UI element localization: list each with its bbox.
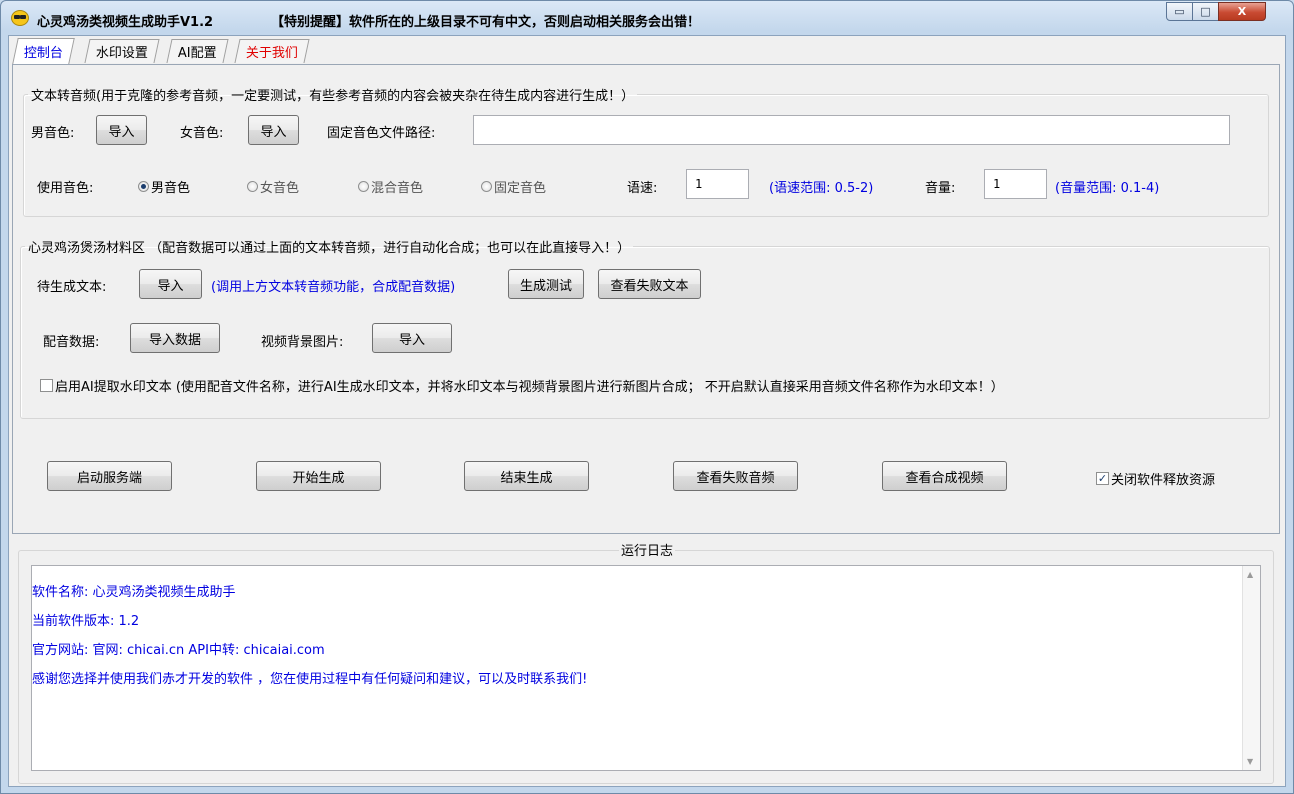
view-failed-audio-button[interactable]: 查看失败音频 (673, 461, 798, 491)
tab-watermark[interactable]: 水印设置 (84, 39, 160, 63)
ai-watermark-checkbox[interactable]: 启用AI提取水印文本 (使用配音文件名称，进行AI生成水印文本，并将水印文本与视… (40, 376, 1004, 395)
app-icon (11, 10, 29, 26)
generate-test-button[interactable]: 生成测试 (508, 269, 584, 299)
client-area: 控制台 水印设置 AI配置 关于我们 文本转音频(用于克隆的参考音频，一定要测试… (8, 35, 1286, 787)
radio-unchecked-icon (358, 181, 369, 192)
release-resources-label: 关闭软件释放资源 (1111, 473, 1216, 488)
view-failed-text-button[interactable]: 查看失败文本 (598, 269, 701, 299)
volume-input[interactable] (984, 169, 1047, 199)
radio-male-label: 男音色 (151, 181, 191, 196)
pending-text-label: 待生成文本: (37, 280, 107, 295)
male-voice-label: 男音色: (31, 126, 75, 141)
radio-female-label: 女音色 (260, 181, 300, 196)
tab-ai-config[interactable]: AI配置 (166, 39, 229, 63)
radio-fixed-voice[interactable]: 固定音色 (481, 177, 546, 196)
release-resources-checkbox[interactable]: ✓ 关闭软件释放资源 (1096, 469, 1215, 488)
maximize-button[interactable]: □ (1192, 2, 1219, 21)
tab-console-label: 控制台 (23, 46, 63, 61)
fixed-voice-path-label: 固定音色文件路径: (327, 126, 436, 141)
start-server-button[interactable]: 启动服务端 (47, 461, 172, 491)
minimize-icon: ▭ (1174, 5, 1185, 18)
fixed-voice-path-input[interactable] (473, 115, 1230, 145)
log-scrollbar[interactable]: ▲ ▼ (1242, 566, 1260, 770)
stop-generate-button[interactable]: 结束生成 (464, 461, 589, 491)
tab-ai-config-label: AI配置 (177, 46, 217, 61)
checkbox-checked-icon: ✓ (1096, 472, 1109, 485)
female-voice-import-button[interactable]: 导入 (248, 115, 299, 145)
material-group-legend: 心灵鸡汤煲汤材料区 （配音数据可以通过上面的文本转音频，进行自动化合成；也可以在… (28, 241, 631, 256)
log-line: 软件名称: 心灵鸡汤类视频生成助手 (32, 585, 236, 600)
log-title-wrap: 运行日志 (19, 540, 1275, 559)
pending-text-import-button[interactable]: 导入 (139, 269, 202, 299)
radio-unchecked-icon (481, 181, 492, 192)
maximize-icon: □ (1200, 5, 1211, 18)
log-line: 感谢您选择并使用我们赤才开发的软件 ，您在使用过程中有任何疑问和建议，可以及时联… (32, 672, 588, 687)
video-bg-label: 视频背景图片: (261, 335, 344, 350)
radio-checked-icon (138, 181, 149, 192)
ai-watermark-label: 启用AI提取水印文本 (使用配音文件名称，进行AI生成水印文本，并将水印文本与视… (55, 380, 1004, 395)
window-title: 心灵鸡汤类视频生成助手V1.2 (37, 15, 214, 30)
scroll-down-icon[interactable]: ▼ (1247, 757, 1253, 766)
minimize-button[interactable]: ▭ (1166, 2, 1193, 21)
checkbox-unchecked-icon (40, 379, 53, 392)
tts-group-legend: 文本转音频(用于克隆的参考音频，一定要测试，有些参考音频的内容会被夹杂在待生成内… (31, 89, 635, 104)
pending-text-hint: (调用上方文本转音频功能，合成配音数据) (211, 280, 456, 295)
volume-label: 音量: (925, 181, 956, 196)
speed-label: 语速: (627, 181, 658, 196)
radio-mixed-label: 混合音色 (371, 181, 424, 196)
speed-range-hint: (语速范围: 0.5-2) (769, 181, 874, 196)
tts-group: 文本转音频(用于克隆的参考音频，一定要测试，有些参考音频的内容会被夹杂在待生成内… (23, 85, 1269, 217)
male-voice-import-button[interactable]: 导入 (96, 115, 147, 145)
radio-unchecked-icon (247, 181, 258, 192)
view-video-button[interactable]: 查看合成视频 (882, 461, 1007, 491)
log-line: 官方网站: 官网: chicai.cn API中转: chicaiai.com (32, 643, 325, 658)
video-bg-import-button[interactable]: 导入 (372, 323, 452, 353)
log-line: 当前软件版本: 1.2 (32, 614, 140, 629)
log-group: 运行日志 软件名称: 心灵鸡汤类视频生成助手 当前软件版本: 1.2 官方网站:… (18, 544, 1274, 784)
app-window: 心灵鸡汤类视频生成助手V1.2 【特别提醒】软件所在的上级目录不可有中文，否则启… (0, 0, 1294, 794)
start-generate-button[interactable]: 开始生成 (256, 461, 381, 491)
log-textbox[interactable]: 软件名称: 心灵鸡汤类视频生成助手 当前软件版本: 1.2 官方网站: 官网: … (31, 565, 1261, 771)
radio-mixed-voice[interactable]: 混合音色 (358, 177, 423, 196)
tab-console[interactable]: 控制台 (12, 38, 75, 64)
close-button[interactable]: X (1218, 2, 1266, 21)
female-voice-label: 女音色: (180, 126, 224, 141)
tab-about[interactable]: 关于我们 (234, 39, 310, 63)
close-icon: X (1237, 5, 1247, 18)
dub-data-import-button[interactable]: 导入数据 (130, 323, 220, 353)
log-title: 运行日志 (618, 544, 675, 559)
scroll-up-icon[interactable]: ▲ (1247, 570, 1253, 579)
directory-notice: 【特别提醒】软件所在的上级目录不可有中文，否则启动相关服务会出错！ (271, 15, 701, 30)
radio-male-voice[interactable]: 男音色 (138, 177, 190, 196)
dub-data-label: 配音数据: (43, 335, 100, 350)
console-panel: 文本转音频(用于克隆的参考音频，一定要测试，有些参考音频的内容会被夹杂在待生成内… (12, 64, 1280, 534)
speed-input[interactable] (686, 169, 749, 199)
use-voice-label: 使用音色: (37, 181, 94, 196)
radio-female-voice[interactable]: 女音色 (247, 177, 299, 196)
radio-fixed-label: 固定音色 (494, 181, 547, 196)
volume-range-hint: (音量范围: 0.1-4) (1055, 181, 1160, 196)
title-bar[interactable]: 心灵鸡汤类视频生成助手V1.2 【特别提醒】软件所在的上级目录不可有中文，否则启… (1, 1, 1293, 35)
tab-watermark-label: 水印设置 (95, 46, 148, 61)
tab-about-label: 关于我们 (245, 46, 298, 61)
